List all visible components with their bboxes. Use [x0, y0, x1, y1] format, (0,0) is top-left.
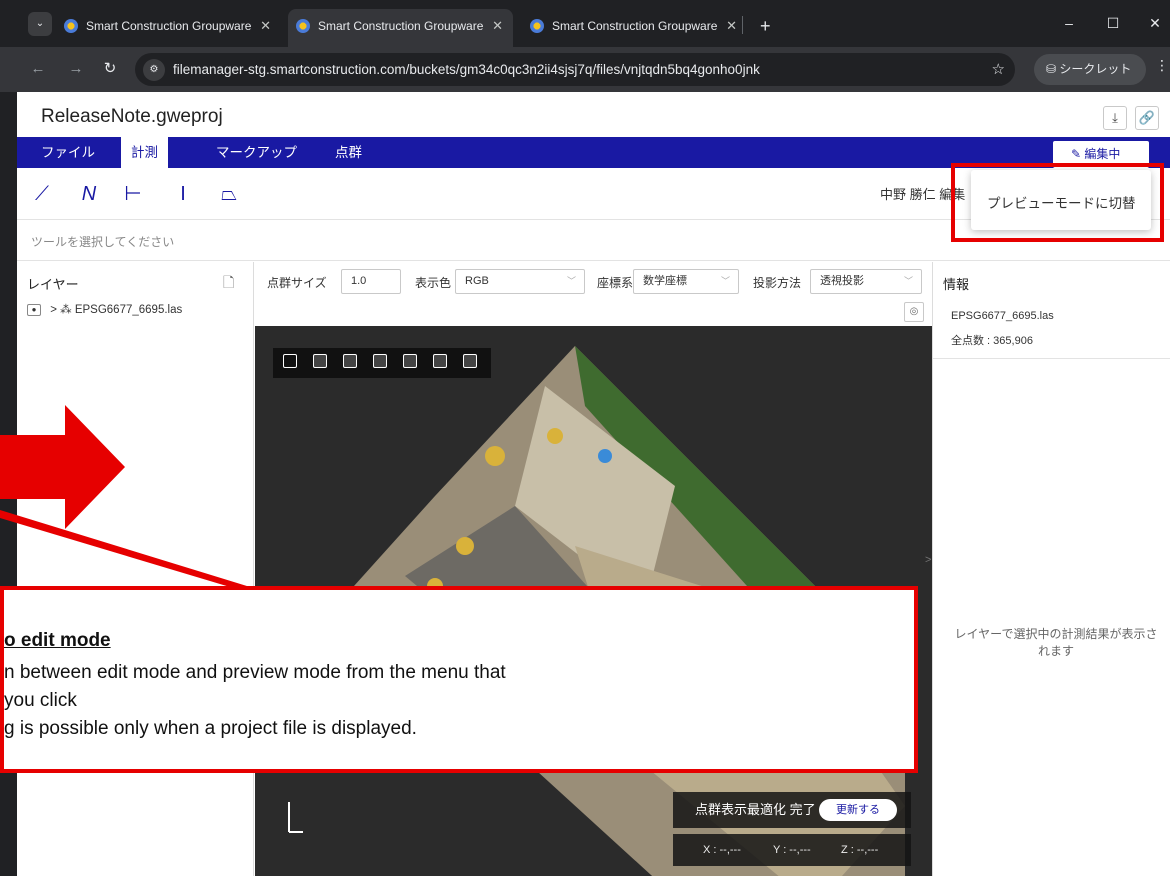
viewer-panel: 点群サイズ 1.0 表示色 RGB ﹀ 座標系 数学座標 ﹀ 投影方法 透視投影…: [255, 262, 932, 876]
app-favicon-icon: [530, 19, 544, 33]
tab-close-icon[interactable]: ✕: [492, 9, 503, 43]
coord-system-select[interactable]: 数学座標 ﹀: [633, 269, 739, 294]
horizontal-distance-tool-icon[interactable]: ⊢: [121, 182, 145, 206]
browser-tab-bar: ⌄ Smart Construction Groupware ✕ Smart C…: [0, 0, 1170, 47]
new-tab-button[interactable]: +: [760, 9, 771, 43]
browser-tab-active[interactable]: Smart Construction Groupware ✕: [288, 9, 513, 47]
viewer-controls: 点群サイズ 1.0 表示色 RGB ﹀ 座標系 数学座標 ﹀ 投影方法 透視投影…: [255, 262, 932, 326]
url-field[interactable]: ⚙ filemanager-stg.smartconstruction.com/…: [135, 53, 1015, 86]
layer-name: EPSG6677_6695.las: [74, 304, 183, 316]
pencil-icon: ✎: [1071, 147, 1085, 161]
menu-markup[interactable]: マークアップ: [216, 137, 297, 168]
info-point-count: 全点数 : 365,906: [951, 335, 1033, 347]
coord-z: Z : --,---: [841, 844, 879, 856]
line-tool-icon[interactable]: ⟋: [30, 182, 54, 206]
expand-chevron-icon[interactable]: >: [50, 304, 60, 316]
callout-line: n between edit mode and preview mode fro…: [4, 662, 506, 683]
callout-line: you click: [4, 690, 77, 711]
info-panel-title: 情報: [943, 277, 970, 292]
annotation-arrow-icon: [0, 405, 125, 529]
tab-search-button[interactable]: ⌄: [28, 12, 52, 36]
coord-y: Y : --,---: [773, 844, 811, 856]
layer-item[interactable]: ● > ⁂ EPSG6677_6695.las: [27, 302, 182, 316]
tab-separator: [742, 16, 743, 34]
back-arrow-icon[interactable]: ←: [26, 57, 50, 81]
bookmark-star-icon[interactable]: ☆: [992, 53, 1005, 86]
tab-title: Smart Construction Groupware: [318, 19, 484, 33]
tab-close-icon[interactable]: ✕: [260, 9, 271, 43]
layer-panel-title: レイヤー: [27, 277, 79, 292]
axis-gizmo-icon: [288, 802, 303, 833]
info-empty-message: レイヤーで選択中の計測結果が表示されます: [954, 627, 1158, 658]
incognito-badge[interactable]: ⛁ シークレット: [1034, 54, 1146, 85]
link-icon[interactable]: 🔗: [1135, 106, 1159, 130]
polyline-tool-icon[interactable]: N: [77, 182, 101, 206]
download-icon[interactable]: ⤓: [1103, 106, 1127, 130]
projection-value: 透視投影: [820, 275, 864, 287]
incognito-label: シークレット: [1059, 62, 1132, 76]
window-close-icon[interactable]: ✕: [1140, 10, 1170, 36]
tab-close-icon[interactable]: ✕: [726, 9, 737, 43]
screenshot-root: ⌄ Smart Construction Groupware ✕ Smart C…: [0, 0, 1170, 876]
browser-tab[interactable]: Smart Construction Groupware ✕: [56, 9, 281, 43]
project-title: ReleaseNote.gweproj: [41, 106, 223, 127]
optimization-status: 点群表示最適化 完了 更新する: [673, 792, 911, 828]
menu-point-cloud[interactable]: 点群: [335, 137, 362, 168]
browser-tab[interactable]: Smart Construction Groupware ✕: [522, 9, 747, 43]
point-size-input[interactable]: 1.0: [341, 269, 401, 294]
chevron-down-icon: ﹀: [566, 276, 576, 286]
callout-line: g is possible only when a project file i…: [4, 718, 417, 739]
coord-x: X : --,---: [703, 844, 741, 856]
point-size-label: 点群サイズ: [267, 276, 327, 290]
view-top-icon[interactable]: [283, 354, 297, 368]
callout-title: o edit mode: [4, 630, 111, 651]
point-cloud-icon: ⁂: [60, 304, 75, 316]
edit-mode-label: 編集中: [1084, 147, 1121, 161]
update-button[interactable]: 更新する: [819, 799, 897, 821]
browser-menu-icon[interactable]: ⋮: [1155, 57, 1169, 74]
app-favicon-icon: [296, 19, 310, 33]
screenshot-icon[interactable]: ◎: [904, 302, 924, 322]
projection-label: 投影方法: [753, 276, 802, 290]
optimization-text: 点群表示最適化 完了: [695, 802, 816, 817]
color-select[interactable]: RGB ﹀: [455, 269, 585, 294]
collapse-panel-icon[interactable]: >: [925, 554, 931, 566]
tool-hint: ツールを選択してください: [31, 235, 175, 249]
tab-title: Smart Construction Groupware: [552, 19, 718, 33]
vertical-distance-tool-icon[interactable]: I: [171, 182, 195, 206]
info-divider: [933, 358, 1170, 359]
minimize-icon[interactable]: –: [1054, 10, 1084, 36]
add-layer-icon[interactable]: 🗋: [223, 272, 234, 296]
url-text: filemanager-stg.smartconstruction.com/bu…: [173, 62, 760, 77]
coord-system-value: 数学座標: [643, 275, 687, 287]
coord-system-label: 座標系: [597, 276, 634, 290]
browser-address-bar: ← → ↻ ⚙ filemanager-stg.smartconstructio…: [0, 47, 1170, 92]
projection-select[interactable]: 透視投影 ﹀: [810, 269, 922, 294]
chevron-down-icon: ﹀: [903, 276, 913, 286]
color-select-value: RGB: [465, 275, 489, 287]
annotation-callout: o edit mode n between edit mode and prev…: [0, 586, 918, 773]
reload-icon[interactable]: ↻: [98, 57, 122, 81]
site-info-icon[interactable]: ⚙: [143, 59, 165, 81]
coordinate-readout: X : --,--- Y : --,--- Z : --,---: [673, 834, 911, 866]
view-front-icon[interactable]: [313, 354, 327, 368]
chevron-down-icon: ﹀: [720, 276, 730, 286]
incognito-icon: ⛁: [1046, 62, 1060, 76]
tab-title: Smart Construction Groupware: [86, 19, 252, 33]
color-label: 表示色: [415, 276, 452, 290]
layer-panel: レイヤー 🗋 ● > ⁂ EPSG6677_6695.las: [17, 262, 254, 876]
visibility-eye-icon[interactable]: ●: [27, 303, 41, 316]
menu-measure[interactable]: 計測: [121, 137, 168, 168]
info-panel: > 情報 EPSG6677_6695.las 全点数 : 365,906 レイヤ…: [925, 262, 1170, 876]
area-tool-icon[interactable]: ⏢: [217, 182, 241, 206]
menu-file[interactable]: ファイル: [41, 137, 95, 168]
maximize-icon[interactable]: ☐: [1098, 10, 1128, 36]
annotation-highlight-box: [951, 163, 1164, 242]
app-favicon-icon: [64, 19, 78, 33]
forward-arrow-icon[interactable]: →: [64, 57, 88, 81]
info-file-name: EPSG6677_6695.las: [951, 310, 1054, 322]
